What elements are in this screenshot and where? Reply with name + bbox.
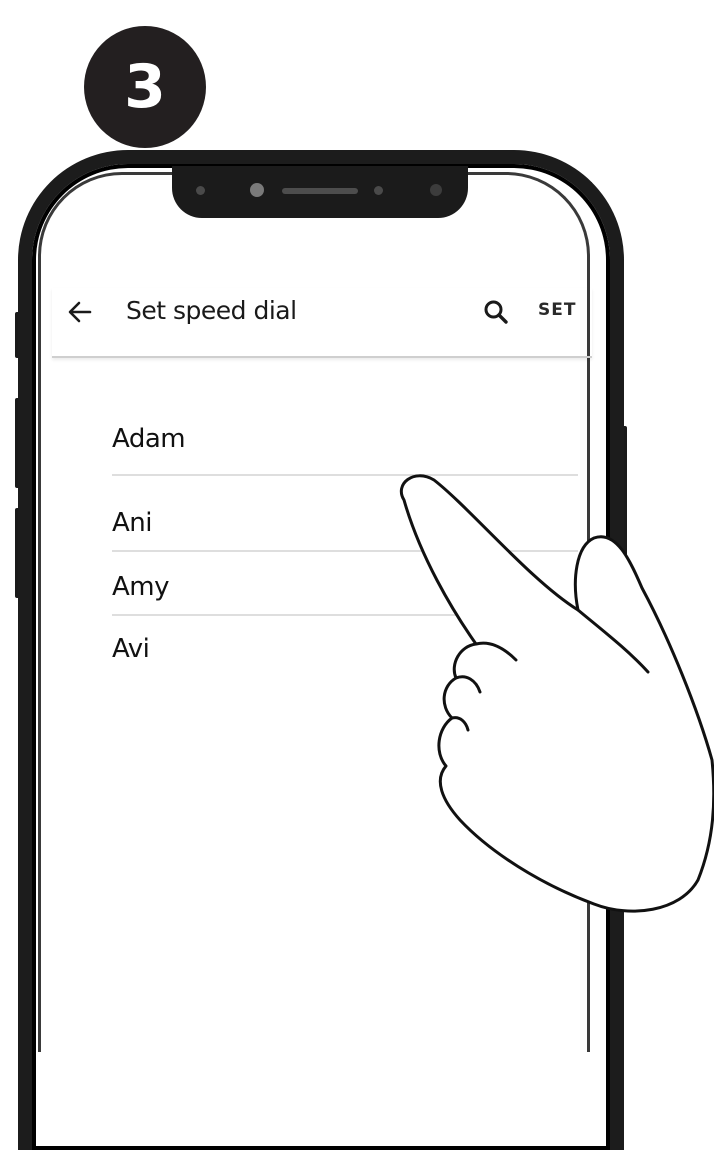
sensor-dot xyxy=(196,186,205,195)
proximity-sensor xyxy=(430,184,442,196)
sensor-dot xyxy=(374,186,383,195)
app-bar: Set speed dial SET xyxy=(52,288,592,358)
search-icon[interactable] xyxy=(482,298,510,326)
set-button[interactable]: SET xyxy=(538,300,576,320)
phone-notch xyxy=(172,166,468,218)
earpiece-speaker xyxy=(282,188,358,194)
step-number: 3 xyxy=(124,52,166,122)
pointing-hand-icon xyxy=(399,474,714,913)
screen-title: Set speed dial xyxy=(126,296,297,325)
step-number-badge: 3 xyxy=(84,26,206,148)
front-camera-icon xyxy=(250,183,264,197)
arrow-left-icon[interactable] xyxy=(66,298,94,326)
